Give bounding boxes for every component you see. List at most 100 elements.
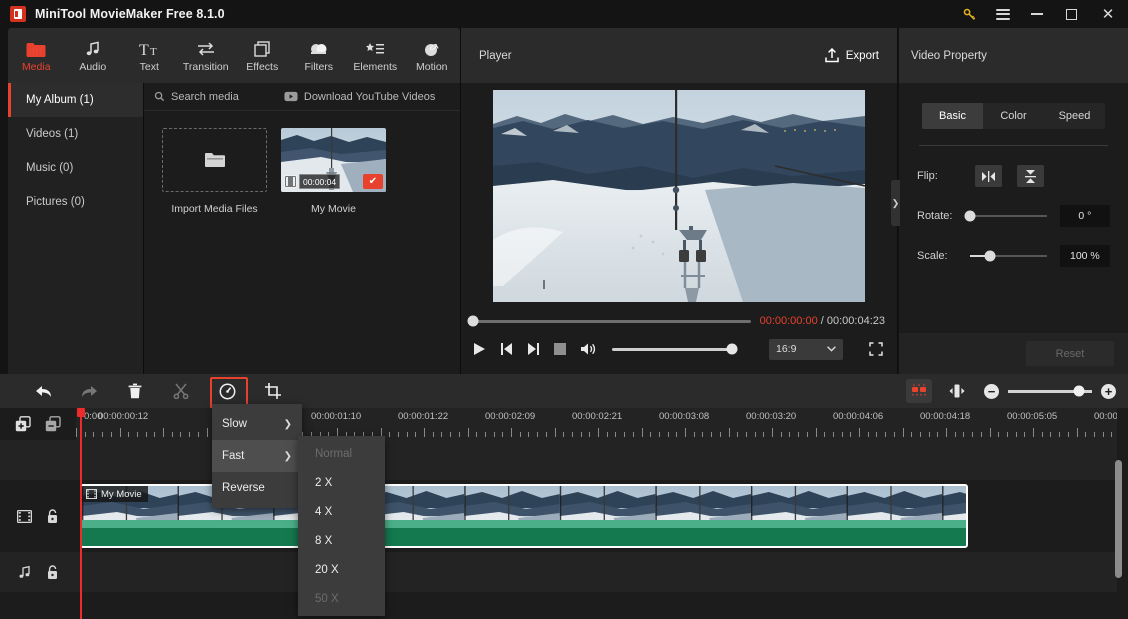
tab-text[interactable]: TT Text [121,28,178,83]
speed-button[interactable] [204,374,250,409]
tab-effects[interactable]: Effects [234,28,291,83]
search-input[interactable]: Search media [154,91,239,103]
track-spacer-bottom [76,592,1117,619]
fullscreen-button[interactable] [869,342,883,356]
title-bar: MiniTool MovieMaker Free 8.1.0 ✕ [0,0,1128,28]
submenu-item-2x[interactable]: 2 X [298,468,385,497]
download-youtube-button[interactable]: Download YouTube Videos [284,91,435,103]
timeline-vertical-scrollbar[interactable] [1115,460,1122,578]
video-track-icon[interactable] [17,509,32,523]
close-button[interactable]: ✕ [1088,0,1128,28]
next-frame-button[interactable] [527,342,540,356]
sidebar-item-my-album[interactable]: My Album (1) [8,83,143,117]
player-panel: Player Export 00:00:00:00 / 00:00:04:23 … [460,28,898,374]
rotate-label: Rotate: [917,210,953,222]
stop-button[interactable] [554,343,566,355]
audio-track-lock-icon[interactable] [46,564,59,580]
menu-item-reverse[interactable]: Reverse [212,472,302,504]
tab-color[interactable]: Color [983,103,1044,129]
undo-button[interactable] [20,374,66,408]
playhead-handle[interactable] [77,408,85,417]
submenu-item-8x[interactable]: 8 X [298,526,385,555]
property-footer: Reset [899,333,1128,374]
tab-motion[interactable]: Motion [404,28,461,83]
playhead[interactable] [77,408,85,619]
sidebar-item-pictures[interactable]: Pictures (0) [8,185,143,219]
tab-basic[interactable]: Basic [922,103,983,129]
menu-item-fast[interactable]: Fast ❯ [212,440,302,472]
fit-screen-icon [949,384,965,398]
player-title: Player [479,49,512,62]
crop-button[interactable] [250,374,296,408]
flip-vertical-button[interactable] [1017,165,1044,187]
audio-track-header [0,552,76,592]
split-screen-button[interactable] [906,379,932,403]
delete-button[interactable] [112,374,158,408]
submenu-item-20x[interactable]: 20 X [298,555,385,584]
timeline-zoom-slider[interactable] [1008,385,1092,397]
timeline-zoom-handle[interactable] [1073,385,1085,397]
minimize-button[interactable] [1020,0,1054,28]
import-media-files-button[interactable] [162,128,267,192]
tab-media[interactable]: Media [8,28,65,83]
aspect-ratio-value: 16:9 [776,343,797,355]
zoom-out-button[interactable]: − [984,383,999,399]
elements-star-list-icon [365,38,385,58]
scale-slider[interactable] [970,250,1047,262]
remove-track-icon[interactable] [45,416,61,432]
trash-icon [128,383,142,399]
key-icon[interactable] [952,0,986,28]
tab-elements[interactable]: Elements [347,28,404,83]
zoom-in-button[interactable]: + [1101,383,1116,399]
time-display: 00:00:00:00 / 00:00:04:23 [760,315,885,327]
tab-filters[interactable]: Filters [291,28,348,83]
seek-handle[interactable] [467,315,479,327]
scale-handle[interactable] [984,250,996,262]
tab-speed[interactable]: Speed [1044,103,1105,129]
fast-speed-submenu: Normal 2 X 4 X 8 X 20 X 50 X [298,436,385,616]
volume-icon[interactable] [580,342,596,356]
audio-track-icon[interactable] [18,565,32,579]
redo-icon [81,385,97,397]
media-grid: Import Media Files 00:00:04 ✔ My Movie [144,111,460,215]
previous-frame-button[interactable] [500,342,513,356]
volume-handle[interactable] [726,343,738,355]
seek-slider[interactable] [467,315,751,327]
audio-track[interactable] [76,552,1117,592]
split-button[interactable] [158,374,204,408]
scale-value[interactable]: 100 % [1059,245,1110,267]
video-preview[interactable] [493,89,865,302]
export-button[interactable]: Export [825,48,879,63]
tab-audio[interactable]: Audio [65,28,122,83]
menu-item-slow[interactable]: Slow ❯ [212,408,302,440]
play-button[interactable] [473,342,486,356]
sidebar-item-videos[interactable]: Videos (1) [8,117,143,151]
media-item-thumbnail[interactable]: 00:00:04 ✔ [281,128,386,192]
reset-button[interactable]: Reset [1026,341,1114,366]
media-panel-header: Search media Download YouTube Videos [144,83,460,111]
player-header: Player Export [461,28,897,83]
video-frame-image [493,89,865,302]
rotate-slider[interactable] [964,210,1047,222]
flip-horizontal-button[interactable] [975,165,1002,187]
media-folder-icon [26,38,46,58]
volume-slider[interactable] [612,343,738,355]
aspect-ratio-select[interactable]: 16:9 [769,338,843,360]
fit-to-screen-button[interactable] [946,384,968,398]
maximize-button[interactable] [1054,0,1088,28]
tab-transition[interactable]: Transition [178,28,235,83]
add-track-icon[interactable] [15,416,31,432]
hamburger-menu-icon[interactable] [986,0,1020,28]
chevron-right-icon: ❯ [283,418,292,430]
rotate-value[interactable]: 0 ° [1059,205,1110,227]
submenu-item-4x[interactable]: 4 X [298,497,385,526]
media-item-cell: 00:00:04 ✔ My Movie [281,128,386,215]
ruler-label: 00:00:01:22 [398,411,449,422]
rotate-handle[interactable] [964,210,976,222]
film-strip-icon [284,175,297,188]
sidebar-item-music[interactable]: Music (0) [8,151,143,185]
redo-button[interactable] [66,374,112,408]
flip-label: Flip: [917,170,938,182]
media-selected-check-icon[interactable]: ✔ [363,174,383,189]
video-track-lock-icon[interactable] [46,508,59,524]
